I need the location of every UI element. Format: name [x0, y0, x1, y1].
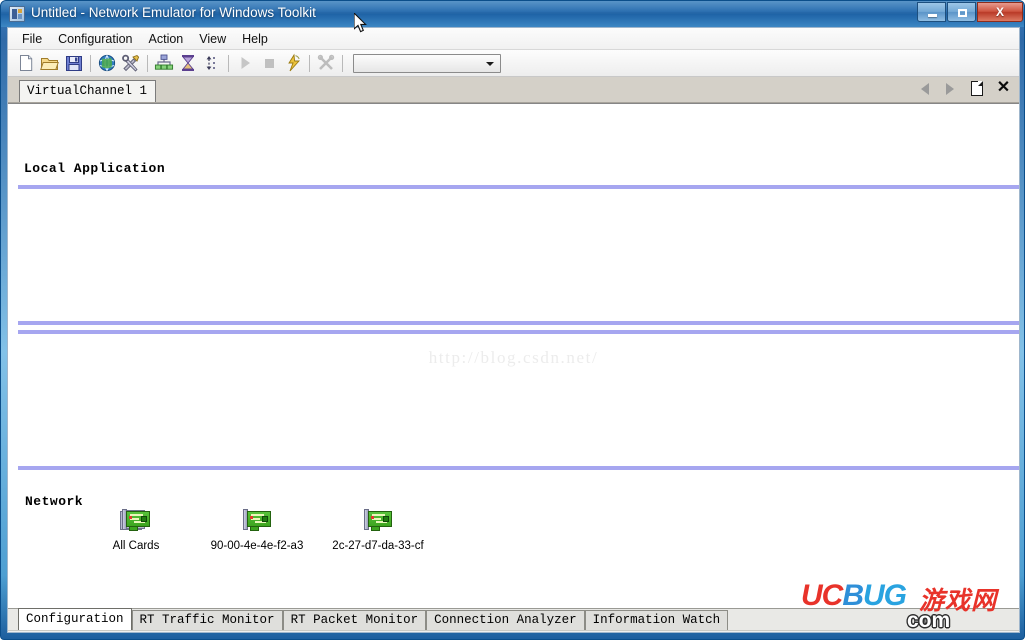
toolbar-separator [342, 54, 343, 72]
menu-help[interactable]: Help [234, 30, 276, 48]
divider-band-4 [18, 466, 1019, 470]
bottom-tab-bar[interactable]: Configuration RT Traffic Monitor RT Pack… [8, 608, 1019, 630]
maximize-button[interactable] [947, 2, 976, 22]
prev-arrow-icon[interactable] [921, 81, 934, 96]
window-title: Untitled - Network Emulator for Windows … [31, 5, 316, 20]
menu-bar[interactable]: File Configuration Action View Help [8, 28, 1019, 50]
tab-connection-analyzer[interactable]: Connection Analyzer [426, 610, 585, 630]
section-label-network: Network [25, 494, 84, 509]
new-icon[interactable] [15, 52, 37, 74]
menu-configuration[interactable]: Configuration [50, 30, 140, 48]
tab-rt-packet-monitor[interactable]: RT Packet Monitor [282, 610, 427, 630]
play-icon[interactable] [234, 52, 256, 74]
blog-watermark: http://blog.csdn.net/ [428, 348, 599, 367]
section-label-local-application: Local Application [24, 161, 166, 176]
channel-tab-strip[interactable]: VirtualChannel 1 ✕ [8, 77, 1019, 103]
stop-icon[interactable] [258, 52, 280, 74]
title-bar[interactable]: Untitled - Network Emulator for Windows … [1, 1, 1024, 27]
maximize-icon [958, 9, 967, 17]
toolbar-separator [90, 54, 91, 72]
title-ghost-text [323, 6, 503, 20]
network-cards-stack-icon [120, 508, 152, 536]
window-controls[interactable]: X [916, 2, 1023, 23]
network-card-icon [362, 508, 394, 536]
channel-select[interactable] [353, 53, 501, 73]
lightning-icon[interactable] [282, 52, 304, 74]
network-card-2c-27-d7-da-33-cf[interactable]: 2c-27-d7-da-33-cf [323, 508, 433, 552]
new-document-icon[interactable] [971, 81, 984, 96]
hourglass-icon[interactable] [177, 52, 199, 74]
toolbar-separator [147, 54, 148, 72]
tools-icon[interactable] [120, 52, 142, 74]
toolbar[interactable] [8, 50, 1019, 77]
divider-band-2 [18, 321, 1019, 325]
app-icon [9, 6, 25, 22]
save-floppy-icon[interactable] [63, 52, 85, 74]
minimize-button[interactable] [917, 2, 946, 22]
open-folder-icon[interactable] [39, 52, 61, 74]
application-window: Untitled - Network Emulator for Windows … [0, 0, 1025, 640]
tab-information-watch[interactable]: Information Watch [584, 610, 729, 630]
network-card-90-00-4e-4e-f2-a3[interactable]: 90-00-4e-4e-f2-a3 [202, 508, 312, 552]
next-arrow-icon[interactable] [946, 81, 959, 96]
channel-nav-controls[interactable]: ✕ [921, 80, 1010, 96]
status-bar: Ready [8, 630, 1019, 632]
close-button[interactable]: X [977, 2, 1023, 22]
toolbar-separator [228, 54, 229, 72]
network-card-icon [241, 508, 273, 536]
tab-rt-traffic-monitor[interactable]: RT Traffic Monitor [131, 610, 283, 630]
client-area: File Configuration Action View Help Virt… [7, 27, 1020, 633]
network-card-label: All Cards [112, 540, 160, 552]
tab-virtualchannel-1[interactable]: VirtualChannel 1 [19, 80, 157, 102]
topology-icon[interactable] [153, 52, 175, 74]
globe-icon[interactable] [96, 52, 118, 74]
menu-action[interactable]: Action [141, 30, 192, 48]
tab-configuration[interactable]: Configuration [18, 608, 132, 630]
menu-view[interactable]: View [191, 30, 234, 48]
network-card-label: 2c-27-d7-da-33-cf [332, 540, 424, 552]
updown-arrows-icon[interactable] [201, 52, 223, 74]
menu-file[interactable]: File [14, 30, 50, 48]
toolbar-separator [309, 54, 310, 72]
diagram-canvas[interactable]: Local Application http://blog.csdn.net/ … [8, 103, 1019, 608]
disconnect-icon[interactable] [315, 52, 337, 74]
close-icon: X [995, 5, 1004, 19]
network-card-label: 90-00-4e-4e-f2-a3 [210, 540, 304, 552]
divider-band-1 [18, 185, 1019, 189]
network-card-all-cards[interactable]: All Cards [81, 508, 191, 552]
divider-band-3 [18, 330, 1019, 334]
minimize-icon [928, 14, 937, 17]
close-tab-icon[interactable]: ✕ [996, 80, 1010, 96]
chevron-down-icon [486, 61, 494, 66]
